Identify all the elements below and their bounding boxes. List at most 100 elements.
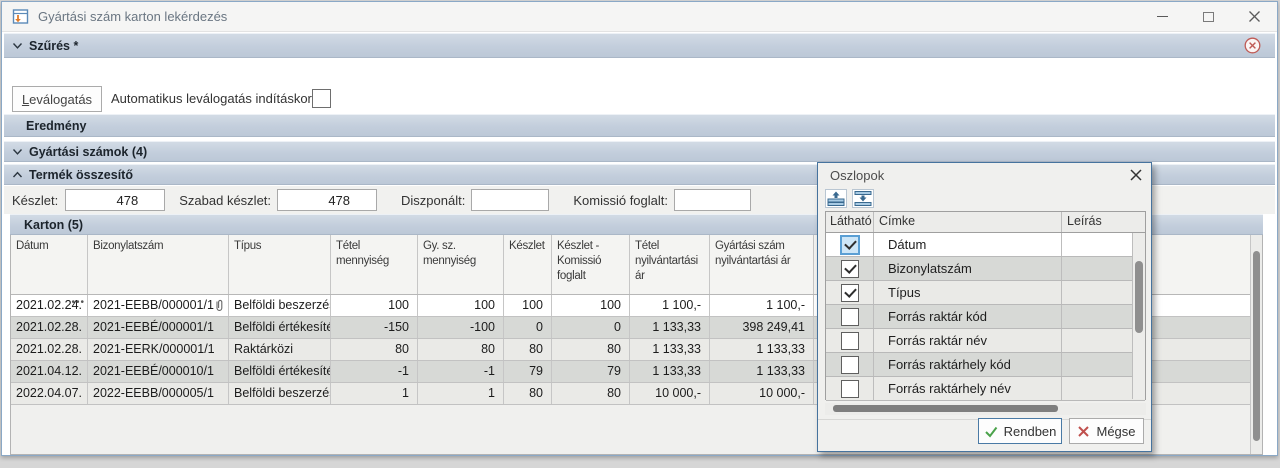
- cell-gysz[interactable]: 100: [418, 295, 504, 316]
- cell-bizonylatszam[interactable]: 2021-EEBB/000001/1: [88, 295, 229, 316]
- close-icon[interactable]: [1129, 168, 1143, 182]
- commission-field[interactable]: [674, 189, 751, 211]
- results-section-header[interactable]: Eredmény: [4, 114, 1275, 137]
- cell-tipus[interactable]: Raktárközi: [229, 339, 331, 360]
- oszlopok-row[interactable]: Forrás raktárhely név: [826, 377, 1145, 401]
- cell-bizonylatszam[interactable]: 2022-EEBB/000005/1: [88, 383, 229, 404]
- oszlopok-hscrollbar-thumb[interactable]: [833, 405, 1058, 412]
- cell-tetel[interactable]: -1: [331, 361, 418, 382]
- free-stock-field[interactable]: 478: [277, 189, 377, 211]
- ok-button[interactable]: Rendben: [978, 418, 1062, 444]
- cancel-button[interactable]: Mégse: [1069, 418, 1144, 444]
- cell-tetel-ar[interactable]: 1 133,33: [630, 317, 710, 338]
- column-header-tetel-mennyiseg[interactable]: Tétel mennyiség: [331, 235, 418, 294]
- column-header-tetel-ar[interactable]: Tétel nyilvántartási ár: [630, 235, 710, 294]
- oszlopok-vscrollbar-thumb[interactable]: [1135, 261, 1143, 333]
- column-move-down-button[interactable]: [852, 189, 874, 208]
- cell-keszlet-kom[interactable]: 80: [552, 339, 630, 360]
- cell-keszlet[interactable]: 0: [504, 317, 552, 338]
- visible-checkbox[interactable]: [841, 308, 859, 326]
- cell-gysz-ar[interactable]: 1 133,33: [710, 361, 814, 382]
- cell-keszlet[interactable]: 80: [504, 383, 552, 404]
- clear-filter-icon[interactable]: [1244, 37, 1261, 54]
- oszlopok-vertical-scrollbar[interactable]: [1132, 233, 1145, 399]
- cell-bizonylatszam[interactable]: 2021-EERK/000001/1: [88, 339, 229, 360]
- grid-scrollbar-thumb[interactable]: [1253, 251, 1260, 441]
- cell-tetel-ar[interactable]: 10 000,-: [630, 383, 710, 404]
- cell-datum[interactable]: 2021.04.12.: [11, 361, 88, 382]
- grid-vertical-scrollbar[interactable]: [1250, 235, 1262, 454]
- oszlopok-row[interactable]: Dátum: [826, 233, 1145, 257]
- column-header-datum[interactable]: Dátum: [11, 235, 88, 294]
- column-name[interactable]: Forrás raktár név: [874, 329, 1062, 352]
- cell-datum[interactable]: 2022.04.07.: [11, 383, 88, 404]
- column-header-gysz-ar[interactable]: Gyártási szám nyilvántartási ár: [710, 235, 814, 294]
- cell-keszlet[interactable]: 80: [504, 339, 552, 360]
- cell-tipus[interactable]: Belföldi beszerzés: [229, 295, 331, 316]
- minimize-button[interactable]: [1139, 2, 1185, 31]
- cell-gysz-ar[interactable]: 398 249,41: [710, 317, 814, 338]
- cell-gysz[interactable]: 1: [418, 383, 504, 404]
- cell-tipus[interactable]: Belföldi értékesítés: [229, 317, 331, 338]
- disposed-field[interactable]: [471, 189, 549, 211]
- cell-tetel[interactable]: 100: [331, 295, 418, 316]
- column-name[interactable]: Forrás raktárhely név: [874, 377, 1062, 400]
- cell-gysz[interactable]: 80: [418, 339, 504, 360]
- column-header-bizonylatszam[interactable]: Bizonylatszám: [88, 235, 229, 294]
- cell-gysz-ar[interactable]: 10 000,-: [710, 383, 814, 404]
- cell-keszlet[interactable]: 100: [504, 295, 552, 316]
- cell-gysz-ar[interactable]: 1 133,33: [710, 339, 814, 360]
- cell-datum[interactable]: 2021.02.28.: [11, 339, 88, 360]
- auto-select-checkbox[interactable]: [312, 89, 331, 108]
- cell-gysz[interactable]: -100: [418, 317, 504, 338]
- close-button[interactable]: [1231, 2, 1277, 31]
- column-header-keszlet[interactable]: Készlet: [504, 235, 552, 294]
- ellipsis-button[interactable]: •••: [71, 297, 85, 308]
- cell-tetel-ar[interactable]: 1 100,-: [630, 295, 710, 316]
- oszlopok-row[interactable]: Forrás raktár kód: [826, 305, 1145, 329]
- cell-tetel[interactable]: -150: [331, 317, 418, 338]
- visible-checkbox[interactable]: [841, 284, 859, 302]
- column-name[interactable]: Forrás raktárhely kód: [874, 353, 1062, 376]
- column-move-up-button[interactable]: [825, 189, 847, 208]
- cell-keszlet[interactable]: 79: [504, 361, 552, 382]
- cell-tipus[interactable]: Belföldi beszerzés: [229, 383, 331, 404]
- cell-keszlet-kom[interactable]: 0: [552, 317, 630, 338]
- visible-checkbox[interactable]: [841, 332, 859, 350]
- column-header-tipus[interactable]: Típus: [229, 235, 331, 294]
- cell-keszlet-kom[interactable]: 100: [552, 295, 630, 316]
- column-header-lathato[interactable]: Látható: [826, 212, 874, 232]
- column-header-leiras[interactable]: Leírás: [1062, 212, 1145, 232]
- column-name[interactable]: Dátum: [874, 233, 1062, 256]
- maximize-button[interactable]: [1185, 2, 1231, 31]
- column-header-keszlet-komissio[interactable]: Készlet - Komissió foglalt: [552, 235, 630, 294]
- oszlopok-row[interactable]: Forrás raktár név: [826, 329, 1145, 353]
- cell-tetel-ar[interactable]: 1 133,33: [630, 339, 710, 360]
- oszlopok-row[interactable]: Típus: [826, 281, 1145, 305]
- oszlopok-row[interactable]: Bizonylatszám: [826, 257, 1145, 281]
- cell-datum[interactable]: 2021.02.28.: [11, 317, 88, 338]
- column-name[interactable]: Bizonylatszám: [874, 257, 1062, 280]
- cell-gysz[interactable]: -1: [418, 361, 504, 382]
- oszlopok-horizontal-scrollbar[interactable]: [825, 403, 1146, 415]
- visible-checkbox[interactable]: [841, 260, 859, 278]
- stock-field[interactable]: 478: [65, 189, 165, 211]
- cell-bizonylatszam[interactable]: 2021-EEBÉ/000001/1: [88, 317, 229, 338]
- cell-keszlet-kom[interactable]: 80: [552, 383, 630, 404]
- column-name[interactable]: Forrás raktár kód: [874, 305, 1062, 328]
- visible-checkbox[interactable]: [841, 236, 859, 254]
- visible-checkbox[interactable]: [841, 380, 859, 398]
- serials-section-header[interactable]: Gyártási számok (4): [4, 141, 1275, 162]
- column-header-cimke[interactable]: Címke: [874, 212, 1062, 232]
- column-name[interactable]: Típus: [874, 281, 1062, 304]
- cell-bizonylatszam[interactable]: 2021-EEBÉ/000010/1: [88, 361, 229, 382]
- oszlopok-row[interactable]: Forrás raktárhely kód: [826, 353, 1145, 377]
- column-header-gysz-mennyiseg[interactable]: Gy. sz. mennyiség: [418, 235, 504, 294]
- cell-gysz-ar[interactable]: 1 100,-: [710, 295, 814, 316]
- cell-tetel[interactable]: 80: [331, 339, 418, 360]
- visible-checkbox[interactable]: [841, 356, 859, 374]
- cell-tetel[interactable]: 1: [331, 383, 418, 404]
- cell-datum[interactable]: 2021.02.24. •••: [11, 295, 88, 316]
- cell-tipus[interactable]: Belföldi értékesítés: [229, 361, 331, 382]
- levalogatas-button[interactable]: Leválogatás: [12, 86, 102, 112]
